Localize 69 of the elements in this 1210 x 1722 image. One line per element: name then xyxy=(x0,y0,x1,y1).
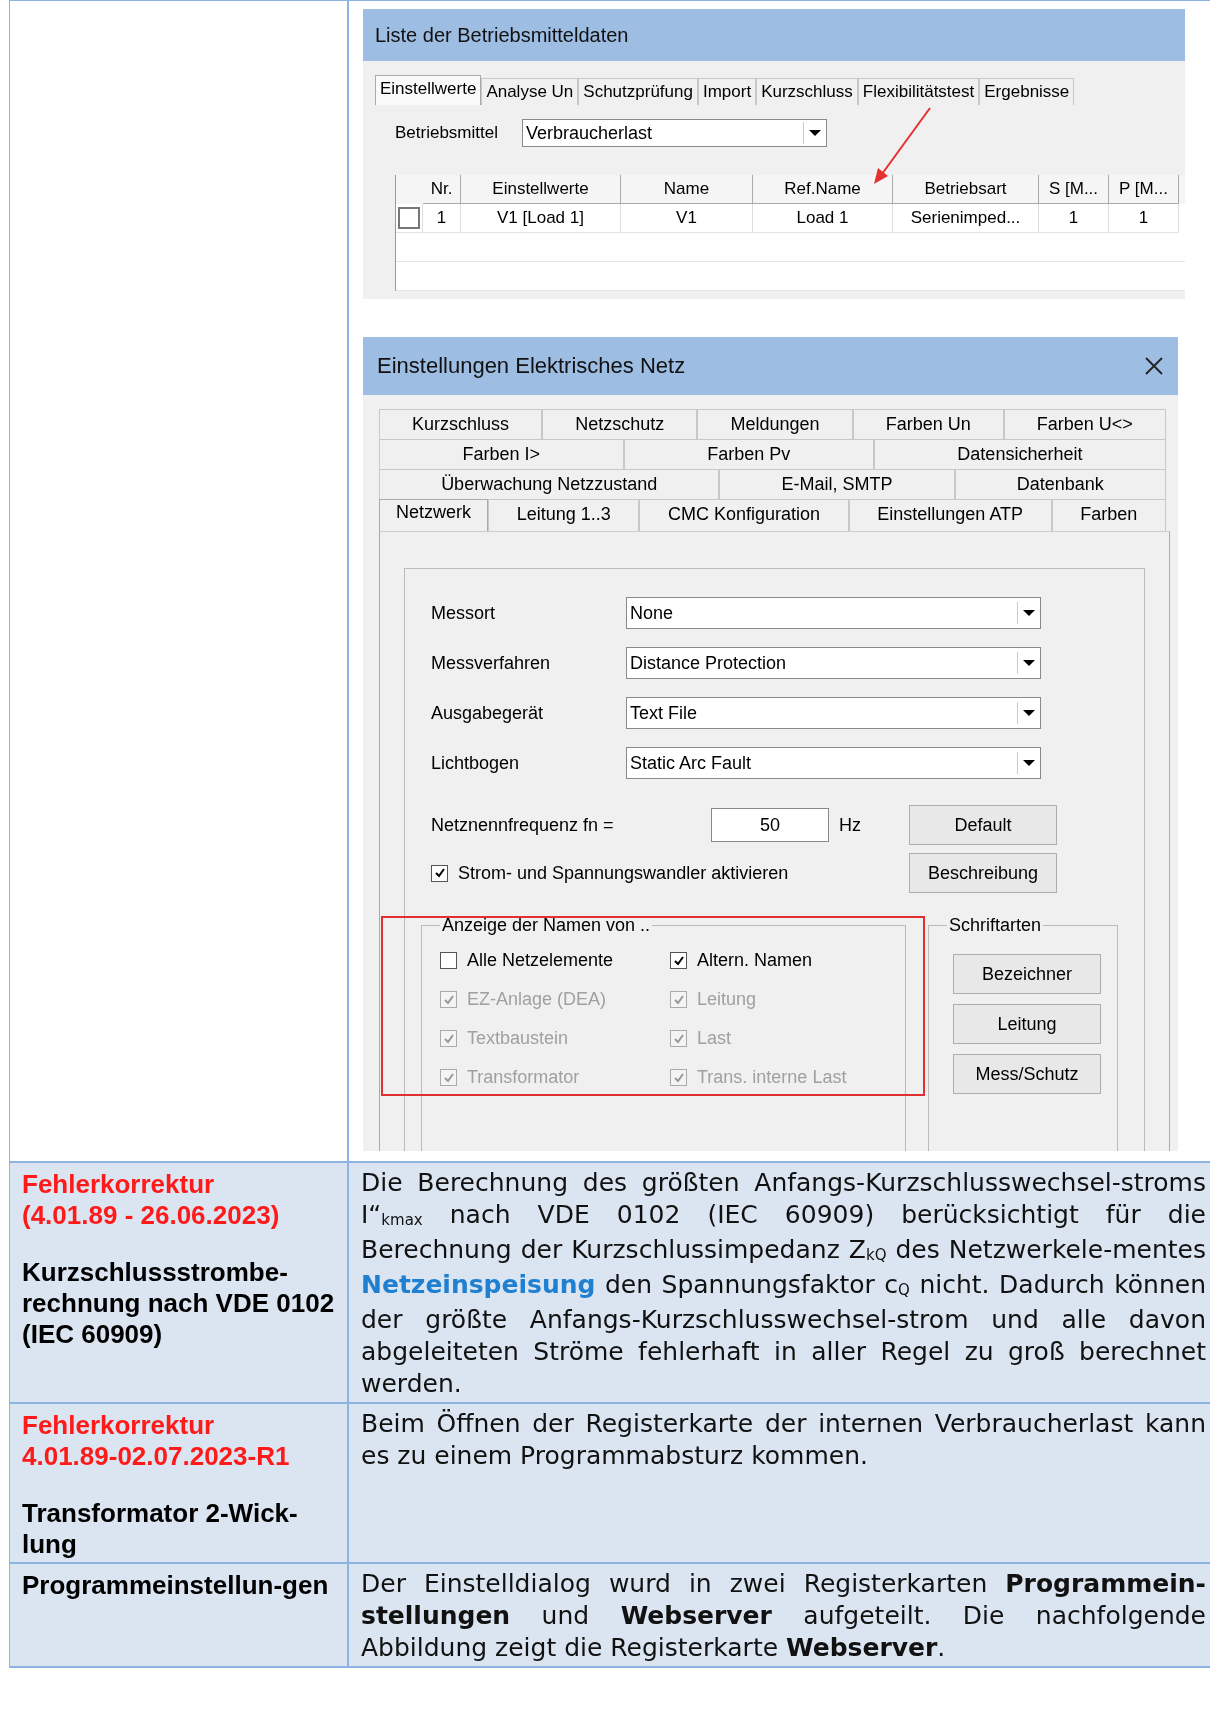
window-title: Einstellungen Elektrisches Netz xyxy=(377,353,686,379)
checkbox-label: Trans. interne Last xyxy=(697,1067,847,1088)
release-label: Fehlerkorrektur 4.01.89-02.07.2023-R1 xyxy=(22,1410,291,1472)
tab[interactable]: Flexibilitätstest xyxy=(857,78,980,105)
tab[interactable]: Überwachung Netzzustand xyxy=(379,469,720,499)
tab[interactable]: Farben I> xyxy=(379,439,624,469)
topic-label: Programmeinstellun-gen xyxy=(22,1570,330,1601)
tab[interactable]: Kurzschluss xyxy=(756,78,858,105)
font-button[interactable]: Bezeichner xyxy=(953,954,1101,994)
dropdown[interactable]: None xyxy=(626,597,1041,629)
tab[interactable]: Schutzprüfung xyxy=(578,78,698,105)
input-field[interactable]: 50 xyxy=(711,808,829,842)
field-label: Ausgabegerät xyxy=(431,702,545,724)
checkbox[interactable] xyxy=(440,952,457,969)
tab[interactable]: Import xyxy=(697,78,757,105)
checkbox-label: Textbaustein xyxy=(467,1028,569,1049)
tab[interactable]: Farben Pv xyxy=(623,439,874,469)
field-label: Messverfahren xyxy=(431,652,552,674)
topic-label: Kurzschlussstrombe-rechnung nach VDE 0102 (IEC 60909) xyxy=(22,1257,336,1350)
tab[interactable]: Farben Un xyxy=(852,409,1004,439)
font-button[interactable]: Leitung xyxy=(953,1004,1101,1044)
tab[interactable]: Datensicherheit xyxy=(873,439,1166,469)
checkbox-label: Altern. Namen xyxy=(697,950,813,971)
window-title: Liste der Betriebsmitteldaten xyxy=(375,23,629,47)
tab[interactable]: Farben U<> xyxy=(1003,409,1166,439)
font-button[interactable]: Mess/Schutz xyxy=(953,1054,1101,1094)
default-button[interactable]: Default xyxy=(909,805,1057,845)
dropdown[interactable]: Static Arc Fault xyxy=(626,747,1041,779)
dropdown[interactable]: Distance Protection xyxy=(626,647,1041,679)
highlighted-term: Netzeinspeisung xyxy=(361,1270,596,1299)
note-text: Die Berechnung des größten Anfangs-Kurzschlusswechsel-stroms I“$_{kmax}$ nach VDE 0102 (IEC 60909) berücksichtigt für die Berechnung der Kurzschlussimpedanz Z$_{kQ}$ des Netzwerkele-mentes Netzeinspeisung den Spannungsfaktor c$_{Q}$ nicht. Dadurch können der größte Anfangs-Kurzschlusswechsel-strom und alle davon abgeleiteten Ströme fehlerhaft in aller Regel zu groß berechnet werden. xyxy=(361,1167,1206,1400)
tab[interactable]: Kurzschluss xyxy=(379,409,543,439)
checkbox[interactable] xyxy=(431,864,448,882)
tab[interactable]: Netzwerk xyxy=(379,499,488,531)
field-label: Lichtbogen xyxy=(431,752,521,774)
tab[interactable]: Einstellwerte xyxy=(375,75,482,105)
tab[interactable]: Ergebnisse xyxy=(979,78,1075,105)
checkbox-label: Leitung xyxy=(697,989,757,1010)
tab[interactable]: Leitung 1..3 xyxy=(488,499,640,531)
tab[interactable]: Analyse Un xyxy=(481,78,579,105)
unit-label: Hz xyxy=(838,814,862,836)
dropdown[interactable]: Text File xyxy=(626,697,1041,729)
group-title: Anzeige der Namen von .. xyxy=(441,915,652,936)
tab[interactable]: E-Mail, SMTP xyxy=(719,469,955,499)
checkbox-label: Transformator xyxy=(467,1067,580,1088)
close-icon[interactable] xyxy=(1144,356,1164,376)
checkbox[interactable] xyxy=(398,207,420,229)
checkbox-label: Last xyxy=(697,1028,732,1049)
topic-label: Transformator 2-Wick-lung xyxy=(22,1498,299,1560)
group-title: Schriftarten xyxy=(948,915,1043,936)
tab[interactable]: Einstellungen ATP xyxy=(848,499,1052,531)
checkbox-label: Alle Netzelemente xyxy=(467,950,614,971)
checkbox-label: EZ-Anlage (DEA) xyxy=(467,989,607,1010)
tab[interactable]: Farben xyxy=(1051,499,1166,531)
checkbox-label: Strom- und Spannungswandler aktivieren xyxy=(458,862,789,884)
dropdown[interactable]: Verbraucherlast xyxy=(522,119,827,147)
release-label: Fehlerkorrektur (4.01.89 - 26.06.2023) xyxy=(22,1169,281,1231)
note-text: Der Einstelldialog wurd in zwei Registerkarten Programmein-stellungen und Webserver aufgeteilt. Die nachfolgende Abbildung zeigt die Registerkarte Webserver. xyxy=(361,1568,1206,1664)
checkbox[interactable] xyxy=(670,952,687,969)
tab[interactable]: Datenbank xyxy=(954,469,1166,499)
note-text: Beim Öffnen der Registerkarte der internen Verbraucherlast kann es zu einem Programmabsturz kommen. xyxy=(361,1408,1206,1472)
tab[interactable]: CMC Konfiguration xyxy=(639,499,849,531)
tab[interactable]: Meldungen xyxy=(697,409,853,439)
field-label: Netznennfrequenz fn = xyxy=(431,814,615,836)
field-label: Betriebsmittel xyxy=(395,123,498,143)
tab[interactable]: Netzschutz xyxy=(542,409,698,439)
field-label: Messort xyxy=(431,602,496,624)
table-row[interactable]: 1 V1 [Load 1] V1 Load 1 Serienimped... 1 1 xyxy=(396,204,1185,233)
description-button[interactable]: Beschreibung xyxy=(909,853,1057,893)
